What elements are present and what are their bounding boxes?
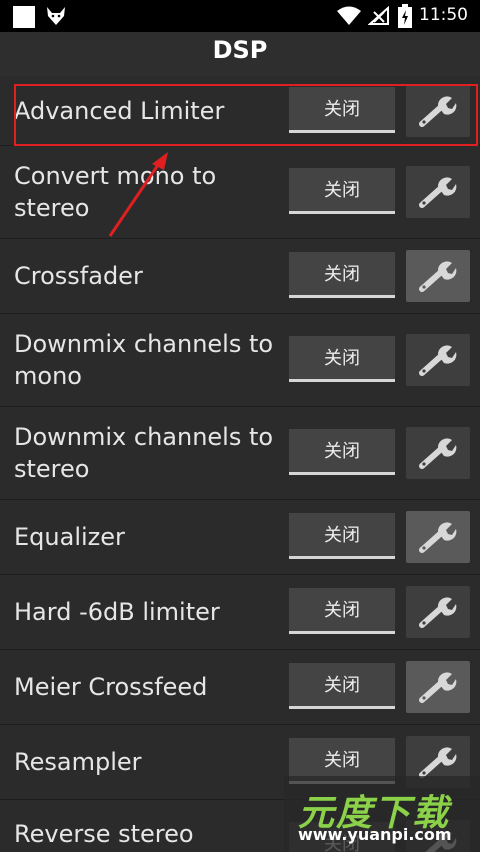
- settings-button[interactable]: [406, 334, 470, 386]
- list-item-label: Equalizer: [14, 523, 125, 551]
- app-fox-icon: [47, 7, 65, 25]
- watermark: 元度下载 www.yuanpi.com: [284, 776, 480, 852]
- toggle-button[interactable]: 关闭: [289, 588, 395, 634]
- settings-button[interactable]: [406, 250, 470, 302]
- signal-icon: [368, 6, 389, 25]
- settings-button[interactable]: [406, 427, 470, 479]
- list-item-label: Resampler: [14, 748, 142, 776]
- watermark-url: www.yuanpi.com: [298, 825, 452, 844]
- notification-icon: [13, 6, 35, 28]
- wrench-icon: [419, 522, 457, 553]
- toggle-button[interactable]: 关闭: [289, 252, 395, 298]
- list-item-label: Meier Crossfeed: [14, 673, 208, 701]
- list-item-label: Hard -6dB limiter: [14, 598, 220, 626]
- wrench-icon: [419, 345, 457, 376]
- list-item: Downmix channels to stereo 关闭: [0, 407, 480, 500]
- settings-button[interactable]: [406, 586, 470, 638]
- toggle-button[interactable]: 关闭: [289, 663, 395, 709]
- list-item: Crossfader 关闭: [0, 239, 480, 314]
- wrench-icon: [419, 438, 457, 469]
- wrench-icon: [419, 672, 457, 703]
- list-item: Equalizer 关闭: [0, 500, 480, 575]
- wifi-icon: [337, 6, 361, 25]
- settings-button[interactable]: [406, 511, 470, 563]
- toggle-button[interactable]: 关闭: [289, 429, 395, 475]
- settings-button[interactable]: [406, 166, 470, 218]
- list-item: Downmix channels to mono 关闭: [0, 314, 480, 407]
- toggle-button[interactable]: 关闭: [289, 513, 395, 559]
- page-title: DSP: [212, 36, 268, 64]
- list-item: Meier Crossfeed 关闭: [0, 650, 480, 725]
- toggle-button[interactable]: 关闭: [289, 168, 395, 214]
- wrench-icon: [419, 747, 457, 778]
- toggle-button[interactable]: 关闭: [289, 336, 395, 382]
- wrench-icon: [419, 597, 457, 628]
- list-item-label: Downmix channels to mono: [14, 330, 274, 390]
- wrench-icon: [419, 177, 457, 208]
- wrench-icon: [419, 261, 457, 292]
- list-item: Hard -6dB limiter 关闭: [0, 575, 480, 650]
- battery-icon: [398, 4, 412, 28]
- list-item-label: Downmix channels to stereo: [14, 423, 274, 483]
- list-item-label: Crossfader: [14, 262, 143, 290]
- list-item-label: Reverse stereo: [14, 820, 194, 848]
- status-bar: 11:50: [0, 0, 480, 32]
- settings-button[interactable]: [406, 661, 470, 713]
- clock: 11:50: [419, 5, 468, 25]
- highlight-box: [14, 84, 478, 146]
- dsp-list: Advanced Limiter 关闭 Convert mono to ster…: [0, 76, 480, 852]
- arrow-annotation: [108, 152, 168, 237]
- list-item: Convert mono to stereo 关闭: [0, 146, 480, 239]
